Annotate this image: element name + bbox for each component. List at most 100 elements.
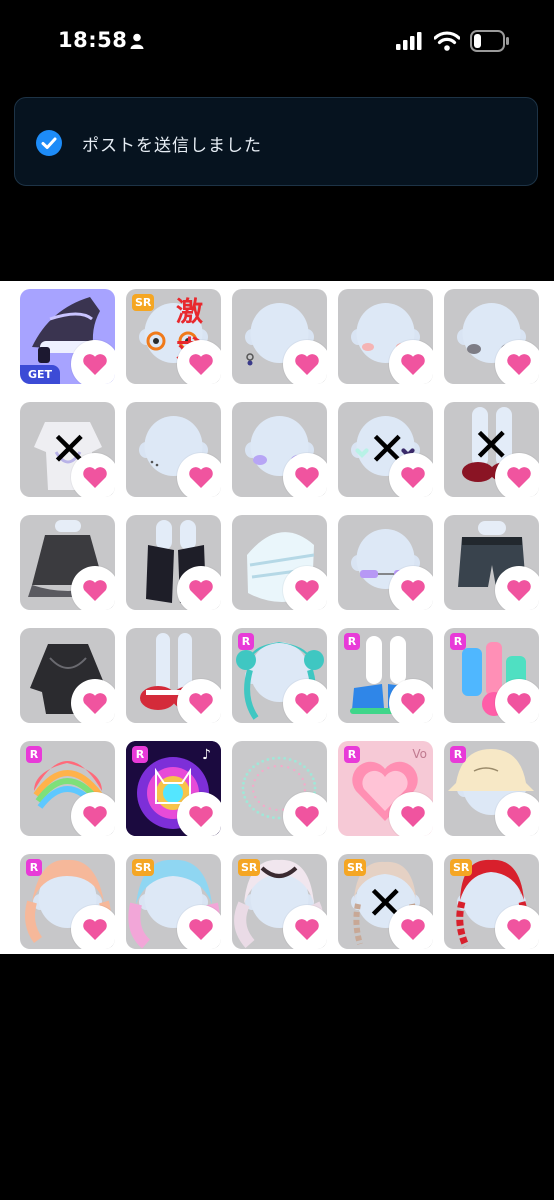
favorite-button[interactable]: [177, 340, 221, 384]
heart-icon: [83, 354, 107, 375]
item-grid: GET SR激求 ✕ ✕✕ RRRR♪RRVo R R SR SR SR✕ SR: [20, 289, 539, 949]
heart-icon: [83, 580, 107, 601]
heart-icon: [189, 693, 213, 714]
status-time: 18:58: [58, 28, 128, 52]
heart-icon: [83, 467, 107, 488]
item-tile[interactable]: [126, 628, 221, 723]
heart-icon: [189, 806, 213, 827]
item-tile[interactable]: ✕: [20, 402, 115, 497]
favorite-button[interactable]: [177, 792, 221, 836]
favorite-button[interactable]: [495, 792, 539, 836]
favorite-button[interactable]: [71, 905, 115, 949]
item-tile[interactable]: GET: [20, 289, 115, 384]
get-badge: GET: [20, 365, 61, 384]
heart-icon: [507, 580, 531, 601]
favorite-button[interactable]: [495, 453, 539, 497]
heart-icon: [295, 806, 319, 827]
favorite-button[interactable]: [283, 792, 327, 836]
favorite-button[interactable]: [71, 566, 115, 610]
heart-icon: [83, 693, 107, 714]
item-tile[interactable]: SR激求: [126, 289, 221, 384]
item-tile[interactable]: [20, 515, 115, 610]
favorite-button[interactable]: [389, 453, 433, 497]
post-sent-toast: ポストを送信しました: [14, 97, 538, 186]
svg-text:♪: ♪: [202, 747, 211, 763]
favorite-button[interactable]: [389, 792, 433, 836]
item-tile[interactable]: [338, 515, 433, 610]
item-tile[interactable]: [232, 515, 327, 610]
favorite-button[interactable]: [495, 905, 539, 949]
item-tile[interactable]: ✕: [444, 402, 539, 497]
item-tile[interactable]: [232, 402, 327, 497]
favorite-button[interactable]: [71, 340, 115, 384]
heart-icon: [189, 580, 213, 601]
favorite-button[interactable]: [177, 453, 221, 497]
favorite-button[interactable]: [495, 679, 539, 723]
item-tile[interactable]: [338, 289, 433, 384]
heart-icon: [295, 580, 319, 601]
item-tile[interactable]: R: [20, 741, 115, 836]
status-bar: 18:58: [0, 0, 554, 84]
favorite-button[interactable]: [177, 566, 221, 610]
favorite-button[interactable]: [389, 566, 433, 610]
item-tile[interactable]: [126, 515, 221, 610]
rarity-badge: SR: [450, 859, 473, 876]
favorite-button[interactable]: [71, 453, 115, 497]
item-tile[interactable]: ✕: [338, 402, 433, 497]
heart-icon: [507, 467, 531, 488]
person-icon: [130, 33, 144, 49]
item-tile[interactable]: SR: [444, 854, 539, 949]
favorite-button[interactable]: [389, 340, 433, 384]
favorite-button[interactable]: [283, 453, 327, 497]
heart-icon: [295, 467, 319, 488]
favorite-button[interactable]: [389, 905, 433, 949]
favorite-button[interactable]: [71, 792, 115, 836]
favorite-button[interactable]: [177, 905, 221, 949]
heart-icon: [401, 919, 425, 940]
item-tile[interactable]: R: [338, 628, 433, 723]
item-tile[interactable]: SR ✕: [338, 854, 433, 949]
rarity-badge: SR: [132, 859, 155, 876]
heart-icon: [83, 806, 107, 827]
favorite-button[interactable]: [495, 566, 539, 610]
item-tile[interactable]: R: [20, 854, 115, 949]
items-panel: GET SR激求 ✕ ✕✕ RRRR♪RRVo R R SR SR SR✕ SR: [0, 281, 554, 954]
favorite-button[interactable]: [389, 679, 433, 723]
heart-icon: [507, 693, 531, 714]
heart-icon: [189, 467, 213, 488]
item-tile[interactable]: R: [444, 628, 539, 723]
favorite-button[interactable]: [495, 340, 539, 384]
item-tile[interactable]: [232, 741, 327, 836]
rarity-badge: R: [132, 746, 148, 763]
heart-icon: [401, 467, 425, 488]
item-tile[interactable]: [232, 289, 327, 384]
heart-icon: [507, 919, 531, 940]
heart-icon: [401, 806, 425, 827]
item-tile[interactable]: [444, 289, 539, 384]
favorite-button[interactable]: [283, 679, 327, 723]
rarity-badge: R: [26, 859, 42, 876]
item-tile[interactable]: [20, 628, 115, 723]
item-tile[interactable]: [444, 515, 539, 610]
favorite-button[interactable]: [283, 905, 327, 949]
rarity-badge: R: [450, 746, 466, 763]
rarity-badge: SR: [132, 294, 155, 311]
heart-icon: [189, 919, 213, 940]
rarity-badge: R: [344, 746, 360, 763]
heart-icon: [83, 919, 107, 940]
item-tile[interactable]: R: [444, 741, 539, 836]
battery-icon: [470, 30, 509, 52]
item-tile[interactable]: R: [232, 628, 327, 723]
favorite-button[interactable]: [283, 340, 327, 384]
heart-icon: [295, 919, 319, 940]
favorite-button[interactable]: [177, 679, 221, 723]
heart-icon: [507, 354, 531, 375]
favorite-button[interactable]: [71, 679, 115, 723]
item-tile[interactable]: SR: [232, 854, 327, 949]
item-tile[interactable]: R Vo: [338, 741, 433, 836]
item-tile[interactable]: ♪ R: [126, 741, 221, 836]
item-tile[interactable]: [126, 402, 221, 497]
favorite-button[interactable]: [283, 566, 327, 610]
item-tile[interactable]: SR: [126, 854, 221, 949]
rarity-badge: SR: [344, 859, 367, 876]
